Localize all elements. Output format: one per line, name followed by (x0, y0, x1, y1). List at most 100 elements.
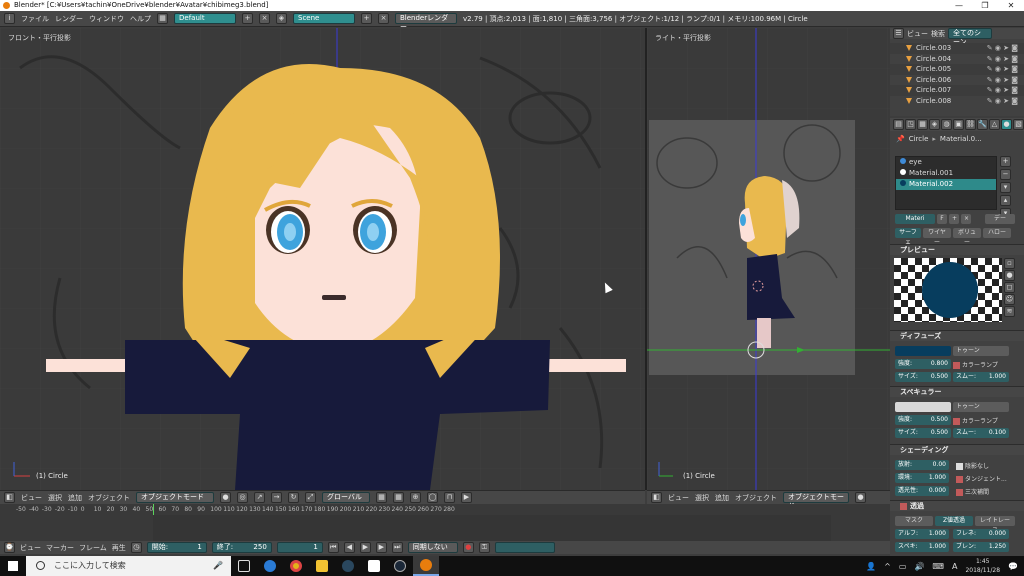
layers2-icon[interactable]: ▦ (393, 492, 404, 503)
outliner-row[interactable]: Circle.003 ✎ ◉ ➤ ◙ (890, 43, 1024, 54)
menu-view-2[interactable]: ビュー (668, 493, 689, 503)
outliner-row[interactable]: Circle.006 ✎ ◉ ➤ ◙ (890, 75, 1024, 86)
visibility-icon[interactable]: ✎ ◉ ➤ ◙ (987, 96, 1018, 107)
unlink-material-icon[interactable]: × (961, 214, 971, 224)
halo-tab[interactable]: ハロー (983, 228, 1011, 238)
steam-button[interactable] (335, 556, 361, 576)
ztransp-tab[interactable]: Z値透過 (935, 516, 973, 526)
preview-panel-header[interactable]: プレビュー (890, 244, 1024, 255)
diffuse-panel-header[interactable]: ディフューズ (890, 330, 1024, 341)
task-view-button[interactable] (231, 556, 257, 576)
steam-button-2[interactable] (387, 556, 413, 576)
object-tab-icon[interactable]: ▣ (953, 119, 964, 130)
outliner-menu-view[interactable]: ビュー (907, 29, 928, 39)
manipulator-icon[interactable]: ↗ (254, 492, 265, 503)
blender-taskbar-button[interactable] (413, 556, 439, 576)
cubic-checkbox[interactable]: 三次補間 (956, 487, 989, 496)
play-icon[interactable]: ▶ (359, 542, 371, 553)
snap-icon[interactable]: ⊓ (444, 492, 455, 503)
layout-add-icon[interactable]: + (242, 13, 253, 24)
material-tab-icon[interactable]: ● (1001, 119, 1012, 130)
constraint-tab-icon[interactable]: ⛓ (965, 119, 976, 130)
specular-intensity-field[interactable]: 強度: 0.500 (895, 415, 951, 425)
menu-view[interactable]: ビュー (21, 493, 42, 503)
material-datablock-field[interactable]: Materi (895, 214, 935, 224)
network-icon[interactable]: ▭ (899, 562, 907, 571)
wire-tab[interactable]: ワイヤー (923, 228, 951, 246)
emit-field[interactable]: 放射: 0.00 (895, 460, 949, 470)
specular-ramp-checkbox[interactable]: カラーランプ (953, 416, 998, 425)
translate-icon[interactable]: → (271, 492, 282, 503)
orientation-selector[interactable]: グローバル (322, 492, 370, 503)
scene-add-icon[interactable]: + (361, 13, 372, 24)
preview-hair-icon[interactable]: ≋ (1004, 306, 1015, 317)
preview-range-icon[interactable]: ◷ (130, 542, 142, 553)
slot-menu-icon[interactable]: ▾ (1000, 182, 1011, 193)
link-data-selector[interactable]: デー (985, 214, 1015, 224)
layers-icon[interactable]: ▦ (376, 492, 387, 503)
view3d-editor-icon[interactable]: ◧ (4, 492, 15, 503)
shading-panel-header[interactable]: シェーディング (890, 444, 1024, 455)
shading-icon[interactable]: ● (220, 492, 231, 503)
view3d-editor-icon-2[interactable]: ◧ (651, 492, 662, 503)
shading-icon-2[interactable]: ● (855, 492, 866, 503)
diffuse-intensity-field[interactable]: 強度: 0.800 (895, 359, 951, 369)
close-button[interactable]: ✕ (998, 0, 1024, 11)
store-button[interactable] (361, 556, 387, 576)
timeline-menu-playback[interactable]: 再生 (112, 543, 126, 553)
outliner-row[interactable]: Circle.007 ✎ ◉ ➤ ◙ (890, 85, 1024, 96)
outliner-display-mode[interactable]: 全てのシーン (948, 28, 992, 46)
mode-selector[interactable]: オブジェクトモード (136, 492, 214, 503)
clock[interactable]: 1:45 2018/11/28 (965, 557, 1000, 575)
right-viewport[interactable]: ライト・平行投影 (1) Circle (647, 28, 890, 490)
menu-select[interactable]: 選択 (48, 493, 62, 503)
maximize-button[interactable]: ❐ (972, 0, 998, 11)
render-tab-icon[interactable]: ◳ (905, 119, 916, 130)
fake-user-button[interactable]: F (937, 214, 947, 224)
layers-tab-icon[interactable]: ▦ (917, 119, 928, 130)
add-slot-icon[interactable]: + (1000, 156, 1011, 167)
timeline-editor-icon[interactable]: ⌚ (4, 542, 15, 553)
timeline-menu-frame[interactable]: フレーム (79, 543, 107, 553)
menu-file[interactable]: ファイル (21, 14, 49, 24)
diffuse-color-swatch[interactable] (895, 346, 951, 356)
next-key-icon[interactable]: ▶ (375, 542, 387, 553)
layout-remove-icon[interactable]: × (259, 13, 270, 24)
pin-icon[interactable]: 📌 (896, 135, 905, 143)
edge-button[interactable] (257, 556, 283, 576)
scene-tab-icon[interactable]: ◈ (929, 119, 940, 130)
editor-type-icon[interactable]: i (4, 13, 15, 24)
mode-selector-2[interactable]: オブジェクトモード (783, 492, 849, 510)
properties-editor-icon[interactable]: ▤ (893, 119, 904, 130)
record-icon[interactable]: ● (462, 542, 474, 553)
material-slot-selected[interactable]: Material.002 (896, 179, 996, 190)
outliner-row[interactable]: Circle.008 ✎ ◉ ➤ ◙ (890, 96, 1024, 107)
taskbar-search-box[interactable]: ここに入力して検索 🎤 (26, 556, 231, 576)
menu-object-2[interactable]: オブジェクト (735, 493, 777, 503)
visibility-icon[interactable]: ✎ ◉ ➤ ◙ (987, 85, 1018, 96)
remove-slot-icon[interactable]: − (1000, 169, 1011, 180)
layout-selector[interactable]: Default (174, 13, 236, 24)
menu-object[interactable]: オブジェクト (88, 493, 130, 503)
volume-tab[interactable]: ボリュー (953, 228, 981, 246)
keying-icon[interactable]: ⚿ (478, 542, 490, 553)
specular-smooth-field[interactable]: スムー: 0.100 (953, 428, 1009, 438)
end-frame-field[interactable]: 終了: 250 (211, 542, 272, 553)
jump-start-icon[interactable]: ⏮ (327, 542, 339, 553)
scale-icon[interactable]: ⤢ (305, 492, 316, 503)
preview-cube-icon[interactable]: ◻ (1004, 282, 1015, 293)
front-viewport[interactable]: フロント・平行投影 (1) Circle (0, 28, 645, 490)
sync-selector[interactable]: 同期しない (407, 542, 458, 553)
move-up-icon[interactable]: ▴ (1000, 195, 1011, 206)
tray-chevron-icon[interactable]: ^ (884, 562, 891, 571)
scene-icon[interactable]: ◈ (276, 13, 287, 24)
scene-selector[interactable]: Scene (293, 13, 355, 24)
menu-window[interactable]: ウィンドウ (89, 14, 124, 24)
notifications-icon[interactable]: 💬 (1008, 562, 1018, 571)
rotate-icon[interactable]: ↻ (288, 492, 299, 503)
preview-flat-icon[interactable]: ▫ (1004, 258, 1015, 269)
outliner-row[interactable]: Circle.004 ✎ ◉ ➤ ◙ (890, 54, 1024, 65)
fresnel-field[interactable]: フレネ: 0.000 (953, 529, 1009, 539)
new-material-icon[interactable]: + (949, 214, 959, 224)
menu-select-2[interactable]: 選択 (695, 493, 709, 503)
